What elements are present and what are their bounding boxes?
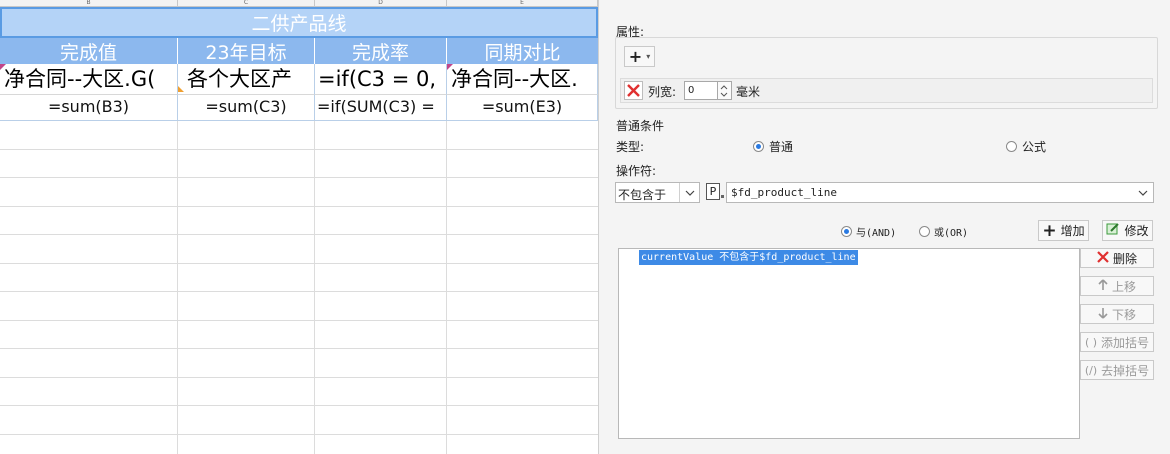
condition-list[interactable]: currentValue 不包含于$fd_product_line: [618, 248, 1080, 439]
edit-icon: [1106, 222, 1120, 239]
move-up-button[interactable]: 上移: [1080, 276, 1154, 296]
remove-bracket-label: 去掉括号: [1101, 363, 1150, 378]
modify-button[interactable]: 修改: [1102, 220, 1153, 241]
grid-row-line: [0, 405, 598, 406]
column-header-d[interactable]: D: [315, 0, 447, 7]
cell-c4[interactable]: =sum(C3): [178, 95, 315, 121]
spreadsheet[interactable]: B C D E 二供产品线 完成值 23年目标 完成率 同期对比 净合同--大区…: [0, 0, 598, 454]
remove-bracket-button[interactable]: (∕) 去掉括号: [1080, 360, 1154, 380]
unit-label: 毫米: [736, 85, 761, 99]
header-cell-yoy[interactable]: 同期对比: [447, 38, 598, 64]
column-width-input[interactable]: 0: [684, 81, 718, 100]
arrow-down-icon: [1098, 307, 1108, 322]
modify-button-label: 修改: [1124, 224, 1149, 238]
cell-b4[interactable]: =sum(B3): [0, 95, 178, 121]
parameter-value: $fd_product_line: [731, 186, 837, 199]
cell-flag-marker: [447, 64, 453, 70]
grid-row-line: [0, 149, 598, 150]
cell-d4[interactable]: =if(SUM(C3) =: [315, 95, 447, 121]
parameter-badge-icon[interactable]: P: [706, 183, 720, 200]
chevron-down-icon: ▾: [646, 52, 651, 61]
radio-checked-icon: [753, 141, 764, 152]
normal-condition-label: 普通条件: [616, 119, 665, 133]
delete-button-label: 删除: [1112, 251, 1137, 266]
arrow-up-icon: [1098, 278, 1108, 294]
grid-row-line: [0, 206, 598, 207]
or-label: 或(OR): [934, 228, 969, 239]
badge-dot: [721, 195, 724, 198]
plus-icon: +: [1042, 220, 1057, 241]
grid-row-line: [0, 320, 598, 321]
cell-d3[interactable]: =if(C3 = 0,: [315, 64, 447, 95]
column-header-b[interactable]: B: [0, 0, 178, 7]
column-width-spinner[interactable]: [718, 81, 732, 100]
parameter-select[interactable]: $fd_product_line: [726, 182, 1154, 203]
grid-row-line: [0, 234, 598, 235]
grid-column-line: [446, 121, 447, 454]
move-down-button[interactable]: 下移: [1080, 304, 1154, 324]
type-normal-radio[interactable]: 普通: [753, 138, 793, 155]
and-label: 与(AND): [856, 228, 897, 239]
chevron-down-icon: [1133, 183, 1153, 202]
header-cell-completed-value[interactable]: 完成值: [0, 38, 178, 64]
operator-select[interactable]: 不包含于: [615, 182, 700, 203]
chevron-down-icon: [679, 183, 699, 202]
grid-row-line: [0, 348, 598, 349]
header-cell-completion-rate[interactable]: 完成率: [315, 38, 447, 64]
add-bracket-label: 添加括号: [1101, 335, 1150, 350]
cell-flag-marker: [178, 86, 184, 92]
move-down-label: 下移: [1111, 307, 1136, 322]
cell-e4[interactable]: =sum(E3): [447, 95, 598, 121]
or-radio[interactable]: 或(OR): [919, 224, 968, 239]
delete-x-icon: [1097, 250, 1109, 266]
grid-row-line: [0, 434, 598, 435]
parentheses-icon: ( ): [1084, 335, 1098, 349]
grid-row-line: [0, 263, 598, 264]
move-up-label: 上移: [1111, 279, 1136, 294]
add-bracket-button[interactable]: ( ) 添加括号: [1080, 332, 1154, 352]
radio-checked-icon: [841, 226, 852, 237]
add-button[interactable]: + 增加: [1038, 220, 1089, 241]
grid-row-line: [0, 177, 598, 178]
grid-column-line: [314, 121, 315, 454]
type-normal-label: 普通: [769, 140, 794, 154]
cell-c3[interactable]: 各个大区产: [178, 64, 315, 95]
condition-list-item[interactable]: currentValue 不包含于$fd_product_line: [639, 250, 858, 265]
column-width-label: 列宽:: [648, 85, 677, 99]
remove-property-icon[interactable]: [624, 81, 643, 100]
type-formula-radio[interactable]: 公式: [1006, 138, 1046, 155]
property-panel: 属性: + ▾ 列宽: 0 毫米 普通条件 类型: 普通 公式 操作符: 不包含…: [598, 0, 1170, 454]
radio-unchecked-icon: [1006, 141, 1017, 152]
merged-title-cell[interactable]: 二供产品线: [0, 7, 598, 38]
cell-e3[interactable]: 净合同--大区.: [447, 64, 598, 95]
plus-icon: +: [628, 47, 643, 66]
header-cell-target[interactable]: 23年目标: [178, 38, 315, 64]
type-label: 类型:: [616, 140, 645, 154]
column-header-e[interactable]: E: [447, 0, 598, 7]
type-formula-label: 公式: [1022, 140, 1047, 154]
delete-button[interactable]: 删除: [1080, 248, 1154, 268]
grid-row-line: [0, 377, 598, 378]
operator-label: 操作符:: [616, 164, 657, 178]
column-header-c[interactable]: C: [178, 0, 315, 7]
cell-flag-marker: [0, 64, 6, 70]
radio-unchecked-icon: [919, 226, 930, 237]
grid-row-line: [0, 291, 598, 292]
add-button-label: 增加: [1060, 224, 1085, 238]
grid-column-line: [177, 121, 178, 454]
operator-value: 不包含于: [618, 188, 667, 202]
and-radio[interactable]: 与(AND): [841, 224, 896, 239]
cell-b3[interactable]: 净合同--大区.G(: [0, 64, 178, 95]
remove-parentheses-icon: (∕): [1084, 363, 1098, 377]
add-property-dropdown[interactable]: + ▾: [624, 46, 655, 67]
